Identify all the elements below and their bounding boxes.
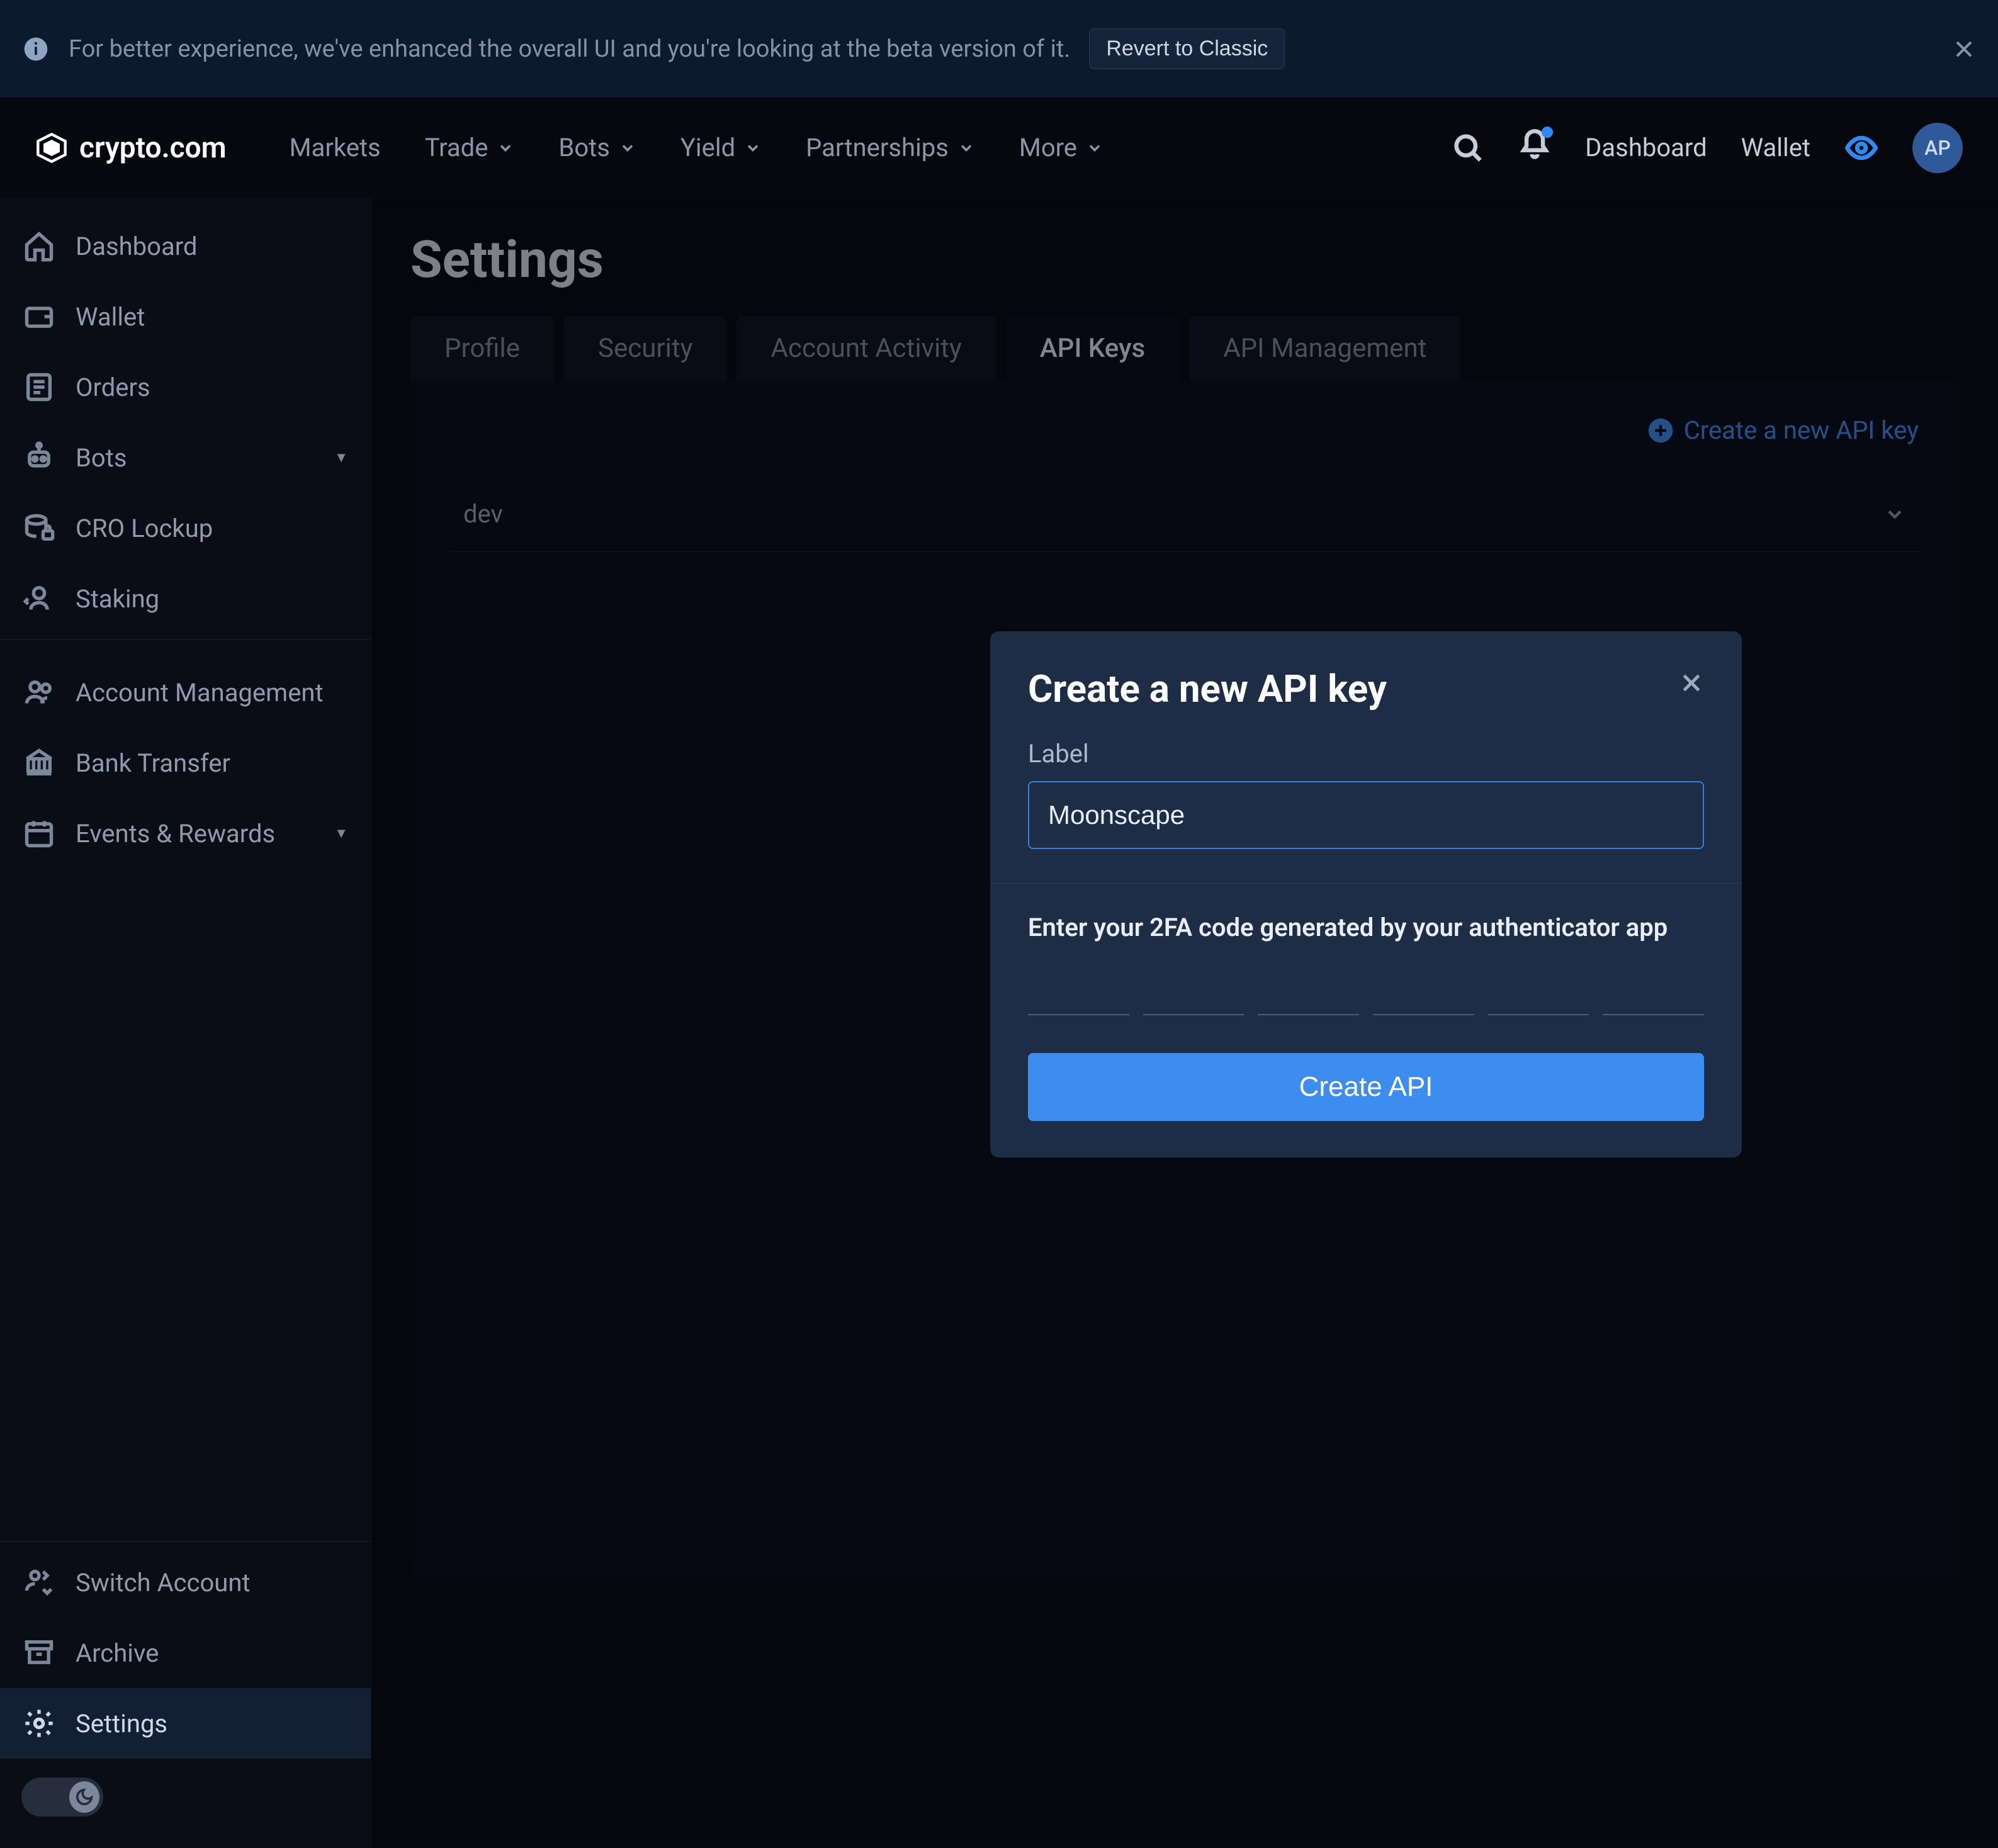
info-icon xyxy=(22,35,50,63)
nav-right: Dashboard Wallet AP xyxy=(1452,123,1963,173)
sidebar-item-switch-account[interactable]: Switch Account xyxy=(0,1547,371,1618)
visibility-toggle-icon[interactable] xyxy=(1844,131,1878,165)
nav-wallet-link[interactable]: Wallet xyxy=(1741,133,1810,162)
tfa-digit-4[interactable] xyxy=(1373,965,1474,1015)
chevron-down-icon xyxy=(497,139,514,157)
database-lock-icon xyxy=(23,512,55,544)
nav-bots[interactable]: Bots xyxy=(558,133,636,162)
chevron-down-icon xyxy=(744,139,762,157)
sidebar-item-label: Account Management xyxy=(76,678,324,707)
sidebar-item-label: Events & Rewards xyxy=(76,819,275,848)
archive-icon xyxy=(23,1637,55,1669)
sidebar-item-archive[interactable]: Archive xyxy=(0,1618,371,1688)
home-icon xyxy=(23,230,55,262)
create-api-submit-button[interactable]: Create API xyxy=(1028,1053,1704,1121)
sidebar-item-orders[interactable]: Orders xyxy=(0,352,371,422)
brand-logo-icon xyxy=(35,132,68,164)
nav-dashboard-link[interactable]: Dashboard xyxy=(1585,133,1707,162)
create-api-key-modal: Create a new API key Label Enter your 2F… xyxy=(990,631,1742,1158)
chevron-down-icon xyxy=(619,139,636,157)
main-content: Settings Profile Security Account Activi… xyxy=(371,198,1998,1848)
nav-partnerships[interactable]: Partnerships xyxy=(806,133,975,162)
modal-close-icon[interactable] xyxy=(1679,670,1704,696)
close-banner-icon[interactable] xyxy=(1952,37,1976,61)
tfa-code-inputs xyxy=(1028,965,1704,1015)
tfa-prompt: Enter your 2FA code generated by your au… xyxy=(1028,884,1704,965)
search-icon[interactable] xyxy=(1452,132,1484,164)
gear-icon xyxy=(23,1707,55,1740)
staking-icon xyxy=(23,582,55,615)
sidebar-item-dashboard[interactable]: Dashboard xyxy=(0,211,371,281)
sidebar-item-label: CRO Lockup xyxy=(76,514,213,543)
nav-primary: Markets Trade Bots Yield Partnerships Mo… xyxy=(290,133,1103,162)
sidebar-item-label: Staking xyxy=(76,584,159,614)
sidebar-item-settings[interactable]: Settings xyxy=(0,1688,371,1759)
brand[interactable]: crypto.com xyxy=(35,131,227,165)
switch-account-icon xyxy=(23,1566,55,1599)
avatar[interactable]: AP xyxy=(1912,123,1963,173)
sidebar: Dashboard Wallet Orders Bots ▼ CRO Locku… xyxy=(0,198,371,1848)
modal-title: Create a new API key xyxy=(1028,667,1387,711)
theme-toggle-knob xyxy=(69,1781,99,1813)
sidebar-item-account-management[interactable]: Account Management xyxy=(0,657,371,728)
beta-banner: For better experience, we've enhanced th… xyxy=(0,0,1998,98)
tfa-digit-6[interactable] xyxy=(1603,965,1704,1015)
sidebar-item-wallet[interactable]: Wallet xyxy=(0,281,371,352)
revert-to-classic-button[interactable]: Revert to Classic xyxy=(1089,28,1285,69)
tfa-digit-1[interactable] xyxy=(1028,965,1129,1015)
notifications-button[interactable] xyxy=(1518,128,1551,167)
nav-more[interactable]: More xyxy=(1019,133,1103,162)
nav-yield[interactable]: Yield xyxy=(680,133,762,162)
label-field-label: Label xyxy=(1028,739,1704,769)
nav-markets[interactable]: Markets xyxy=(290,133,381,162)
sidebar-item-bots[interactable]: Bots ▼ xyxy=(0,422,371,493)
tfa-digit-5[interactable] xyxy=(1488,965,1589,1015)
sidebar-item-events-rewards[interactable]: Events & Rewards ▼ xyxy=(0,798,371,869)
brand-name: crypto.com xyxy=(79,131,227,165)
chevron-down-icon xyxy=(1086,139,1103,157)
orders-icon xyxy=(23,371,55,403)
sidebar-item-bank-transfer[interactable]: Bank Transfer xyxy=(0,728,371,798)
caret-down-icon: ▼ xyxy=(334,449,348,466)
sidebar-item-cro-lockup[interactable]: CRO Lockup xyxy=(0,493,371,563)
bot-icon xyxy=(23,441,55,474)
sidebar-item-label: Archive xyxy=(76,1638,159,1668)
theme-toggle[interactable] xyxy=(21,1778,103,1817)
sidebar-item-label: Dashboard xyxy=(76,232,197,261)
sidebar-item-label: Settings xyxy=(76,1709,167,1738)
tfa-digit-2[interactable] xyxy=(1143,965,1245,1015)
notification-dot xyxy=(1542,127,1553,138)
label-input[interactable] xyxy=(1028,781,1704,849)
accounts-icon xyxy=(23,676,55,709)
sidebar-item-label: Bank Transfer xyxy=(76,748,230,778)
wallet-icon xyxy=(23,300,55,333)
moon-icon xyxy=(75,1788,94,1806)
sidebar-item-staking[interactable]: Staking xyxy=(0,563,371,634)
sidebar-item-label: Orders xyxy=(76,373,150,402)
bank-icon xyxy=(23,747,55,779)
sidebar-item-label: Wallet xyxy=(76,302,145,332)
sidebar-item-label: Bots xyxy=(76,443,127,473)
banner-text: For better experience, we've enhanced th… xyxy=(69,35,1070,63)
calendar-icon xyxy=(23,817,55,850)
top-nav: crypto.com Markets Trade Bots Yield Part… xyxy=(0,98,1998,198)
caret-down-icon: ▼ xyxy=(334,825,348,842)
tfa-digit-3[interactable] xyxy=(1258,965,1359,1015)
sidebar-item-label: Switch Account xyxy=(76,1568,251,1597)
nav-trade[interactable]: Trade xyxy=(425,133,515,162)
chevron-down-icon xyxy=(957,139,975,157)
